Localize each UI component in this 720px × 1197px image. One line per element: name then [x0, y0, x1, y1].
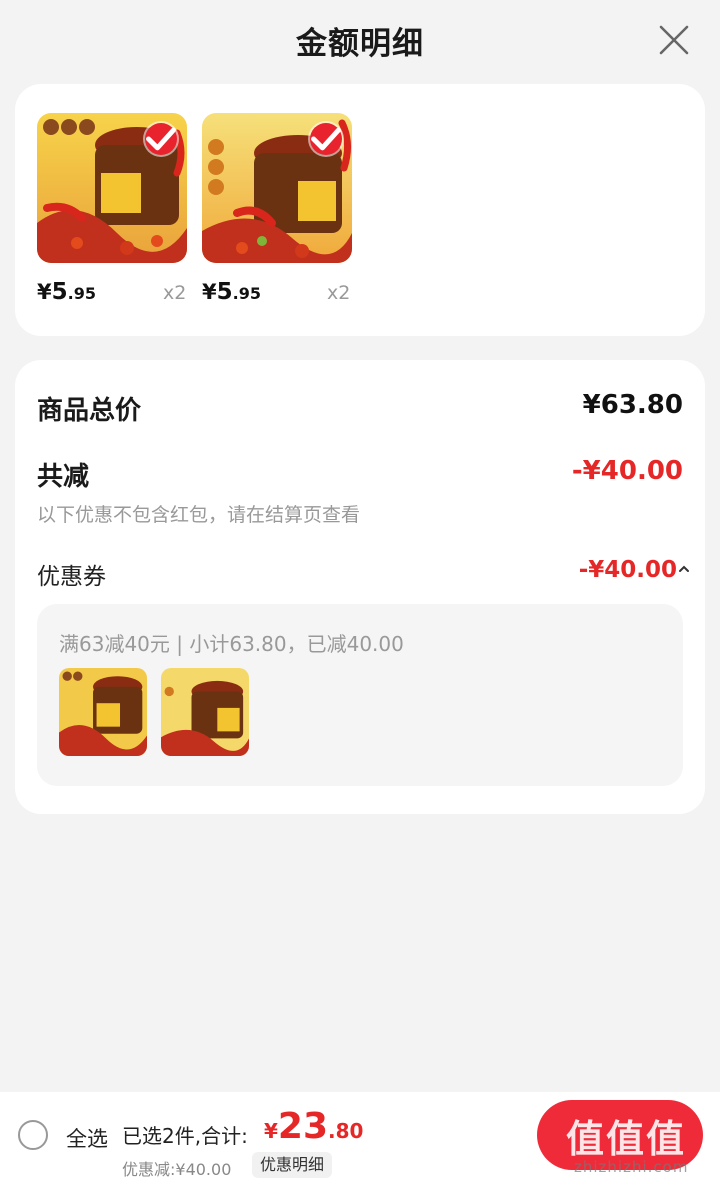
page-title: 金额明细 [296, 25, 424, 62]
product-image-1[interactable] [37, 113, 187, 263]
saving-text: 优惠减:¥40.00 [122, 1160, 232, 1179]
selected-count-text: 已选2件,合计: [122, 1124, 248, 1148]
item-price: ¥5.95 [202, 279, 261, 305]
watermark-url: zhizhizhi.com [574, 1158, 689, 1176]
select-all-radio[interactable] [18, 1120, 48, 1150]
coupon-description: 满63减40元 | 小计63.80，已减40.00 [59, 632, 404, 656]
discount-detail-button[interactable]: 优惠明细 [252, 1152, 333, 1178]
watermark-logo: 值值值 [566, 1117, 687, 1161]
total-price-label: 商品总价 [37, 396, 142, 426]
chili-jar-image [161, 668, 249, 756]
total-price-value: ¥63.80 [582, 390, 683, 420]
total-amount: ¥23.80 [264, 1106, 364, 1147]
checked-icon[interactable] [310, 123, 342, 155]
discount-label: 共减 [37, 462, 90, 492]
chevron-up-icon[interactable] [677, 559, 691, 584]
close-icon[interactable] [656, 22, 692, 58]
coupon-product-thumb [59, 668, 147, 756]
summary-card: 商品总价 ¥63.80 共减 -¥40.00 以下优惠不包含红包，请在结算页查看… [15, 360, 705, 814]
discount-note: 以下优惠不包含红包，请在结算页查看 [37, 504, 361, 526]
header: 金额明细 [0, 0, 720, 80]
coupon-detail-box: 满63减40元 | 小计63.80，已减40.00 [37, 604, 683, 786]
coupon-value[interactable]: -¥40.00 [579, 557, 677, 583]
product-image-2[interactable] [202, 113, 352, 263]
checked-icon[interactable] [145, 123, 177, 155]
chili-jar-image [59, 668, 147, 756]
coupon-label[interactable]: 优惠券 [37, 557, 106, 591]
coupon-product-thumb [161, 668, 249, 756]
item-price: ¥5.95 [37, 279, 96, 305]
item-quantity: x2 [163, 282, 187, 304]
items-card: ¥5.95 x2 ¥5.95 x2 [15, 84, 705, 336]
select-all-label[interactable]: 全选 [66, 1123, 108, 1153]
discount-value: -¥40.00 [571, 456, 683, 486]
item-quantity: x2 [327, 282, 351, 304]
